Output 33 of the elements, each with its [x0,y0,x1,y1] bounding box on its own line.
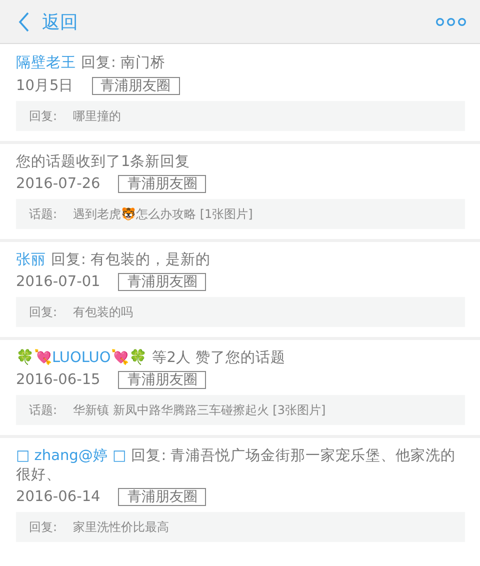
quote-box[interactable]: 回复: 家里洗性价比最高 [16,512,465,542]
group-tag[interactable]: 青浦朋友圈 [118,371,206,389]
date-text: 2016-06-15 [16,372,100,388]
quote-box[interactable]: 话题: 遇到老虎🐯怎么办攻略 [1张图片] [16,199,465,229]
quote-text: 家里洗性价比最高 [73,519,170,535]
quote-label: 回复: [29,304,58,320]
notice-text: 🍀💘LUOLUO💘🍀 等2人 赞了您的话题 [16,349,287,368]
date-text: 2016-07-01 [16,274,100,290]
quote-label: 话题: [29,206,58,222]
quote-box[interactable]: 话题: 华新镇 新凤中路华腾路三车碰擦起火 [3张图片] [16,395,465,425]
quote-label: 话题: [29,402,58,418]
notice-text: □ zhang@婷 □ 回复: 青浦吾悦广场金街那一家宠乐堡、他家洗的很好、 [16,447,457,485]
quote-text: 有包装的吗 [73,304,134,320]
quote-text: 华新镇 新凤中路华腾路三车碰擦起火 [3张图片] [73,402,326,418]
quote-text: 遇到老虎🐯怎么办攻略 [1张图片] [73,206,253,222]
notice-text: 隔壁老王 回复: 南门桥 [16,54,166,73]
group-tag[interactable]: 青浦朋友圈 [118,488,206,506]
notice-text: 您的话题收到了1条新回复 [16,153,192,172]
group-tag[interactable]: 青浦朋友圈 [118,273,206,291]
group-tag[interactable]: 青浦朋友圈 [92,76,180,94]
quote-label: 回复: [29,108,58,124]
back-button[interactable]: 返回 [18,10,78,34]
more-icon[interactable] [436,16,466,26]
date-text: 2016-07-26 [16,176,100,192]
quote-box[interactable]: 回复: 有包装的吗 [16,297,465,327]
date-text: 10月5日 [16,77,74,95]
notice-text: 张丽 回复: 有包装的，是新的 [16,251,212,270]
back-icon [18,12,30,32]
date-text: 2016-06-14 [16,489,100,505]
group-tag[interactable]: 青浦朋友圈 [118,175,206,193]
quote-label: 回复: [29,519,58,535]
quote-box[interactable]: 回复: 哪里撞的 [16,101,465,131]
quote-text: 哪里撞的 [73,108,122,124]
